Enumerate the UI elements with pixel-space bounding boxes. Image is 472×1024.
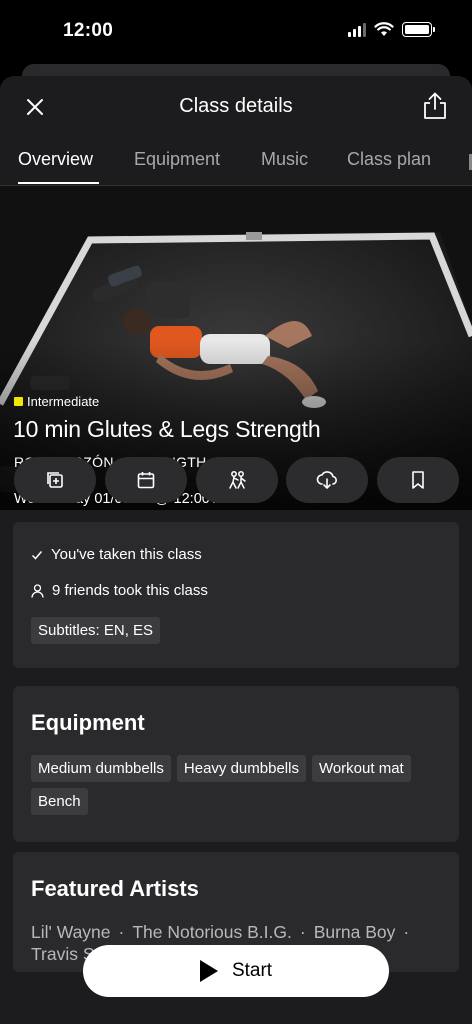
equipment-card: Equipment Medium dumbbells Heavy dumbbel… [13,686,459,842]
subtitles-chip: Subtitles: EN, ES [31,617,161,644]
equipment-chip: Workout mat [311,755,411,782]
share-button[interactable] [420,90,450,122]
status-icons [348,22,435,37]
tab-bar: Overview Equipment Music Class plan [0,138,472,186]
friends-text: 9 friends took this class [52,582,208,599]
difficulty-badge: Intermediate [14,394,99,409]
artist-list: Lil' Wayne · The Notorious B.I.G. · Burna Bo… [31,922,417,943]
friends-status[interactable]: 9 friends took this class [31,582,208,599]
add-to-stack-button[interactable] [14,457,96,503]
class-title: 10 min Glutes & Legs Strength [13,416,321,442]
difficulty-dot-icon [14,397,23,406]
bookmark-icon [412,471,424,489]
take-together-button[interactable] [195,457,278,503]
equipment-chip: Medium dumbbells [31,755,171,782]
download-button[interactable] [286,457,369,503]
tab-equipment[interactable]: Equipment [134,149,220,170]
artist-name: The Notorious B.I.G. [132,922,292,942]
status-bar: 12:00 [0,0,472,66]
action-buttons [14,457,459,503]
share-icon [424,92,446,119]
tab-class-plan[interactable]: Class plan [347,149,431,170]
equipment-list: Medium dumbbells Heavy dumbbells Workout… [31,755,451,815]
equipment-heading: Equipment [31,710,145,735]
person-icon [31,583,44,598]
page-title: Class details [179,95,293,117]
taken-status: You've taken this class [31,546,202,563]
schedule-button[interactable] [104,457,187,503]
bookmark-button[interactable] [377,457,459,503]
equipment-chip: Heavy dumbbells [176,755,306,782]
calendar-icon [137,472,155,489]
tab-overview[interactable]: Overview [18,149,93,170]
artist-name: Lil' Wayne [31,922,111,942]
start-button[interactable]: Start [83,945,389,997]
wifi-icon [374,22,394,36]
featured-artists-heading: Featured Artists [31,876,199,901]
artist-separator: · [118,922,125,942]
start-label: Start [231,960,273,981]
add-to-stack-icon [47,472,63,488]
checkmark-icon [31,550,43,560]
equipment-chip: Bench [31,788,88,815]
play-icon [199,960,218,982]
active-tab-indicator [18,182,99,184]
take-together-icon [228,471,246,489]
download-icon [316,471,338,490]
artist-separator: · [299,922,306,942]
taken-text: You've taken this class [51,546,202,563]
tab-music[interactable]: Music [261,149,308,170]
battery-icon [402,22,435,37]
difficulty-label: Intermediate [27,394,100,409]
artist-name: Burna Boy [313,922,396,942]
sheet-header: Class details [0,76,472,138]
status-time: 12:00 [63,20,114,41]
class-history-card: You've taken this class 9 friends took t… [13,522,459,668]
artist-separator: · [403,922,410,942]
cellular-signal-icon [348,22,366,37]
